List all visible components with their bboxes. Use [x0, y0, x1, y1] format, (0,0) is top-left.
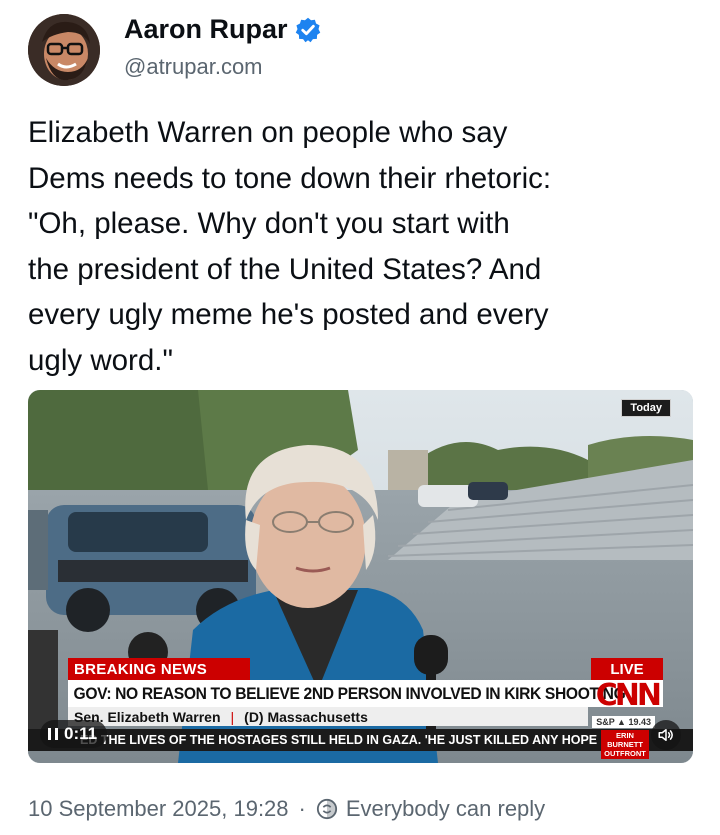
speaker-bar: Sen. Elizabeth Warren | (D) Massachusett… — [68, 707, 588, 726]
author-name-row: Aaron Rupar — [124, 14, 322, 45]
market-index: S&P ▲ 19.43 — [592, 716, 655, 728]
show-name: ERIN BURNETT OUTFRONT — [601, 730, 649, 759]
mute-button[interactable] — [651, 720, 681, 750]
author-handle[interactable]: @atrupar.com — [124, 54, 263, 80]
today-badge: Today — [621, 399, 671, 417]
author-display-name[interactable]: Aaron Rupar — [124, 14, 288, 45]
breaking-news-label: BREAKING NEWS — [68, 658, 250, 680]
pause-icon — [48, 728, 58, 740]
news-ticker: ED THE LIVES OF THE HOSTAGES STILL HELD … — [28, 729, 693, 751]
chyron-headline: GOV: NO REASON TO BELIEVE 2ND PERSON INV… — [73, 683, 626, 703]
speaker-separator: | — [230, 708, 235, 725]
ticker-text: ED THE LIVES OF THE HOSTAGES STILL HELD … — [80, 733, 618, 747]
speaker-affiliation: (D) Massachusetts — [244, 708, 368, 725]
verified-badge-icon — [294, 16, 322, 44]
post-timestamp[interactable]: 10 September 2025, 19:28 — [28, 796, 289, 822]
reply-setting[interactable]: Everybody can reply — [346, 796, 545, 822]
network-logo: CNN — [595, 678, 662, 713]
speaker-icon — [658, 729, 673, 741]
video-player[interactable]: Today BREAKING NEWS LIVE GOV: NO REASON … — [28, 390, 693, 763]
chyron-headline-bar: GOV: NO REASON TO BELIEVE 2ND PERSON INV… — [68, 680, 663, 707]
live-label: LIVE — [591, 658, 663, 680]
reply-settings-icon — [316, 798, 337, 820]
post-text: Elizabeth Warren on people who say Dems … — [28, 116, 552, 377]
footer-separator: · — [298, 796, 306, 821]
pause-button[interactable]: 0:11 — [40, 720, 108, 748]
avatar[interactable] — [28, 14, 100, 86]
elapsed-time: 0:11 — [64, 724, 98, 743]
post-footer: 10 September 2025, 19:28 · Everybody can… — [28, 796, 545, 822]
